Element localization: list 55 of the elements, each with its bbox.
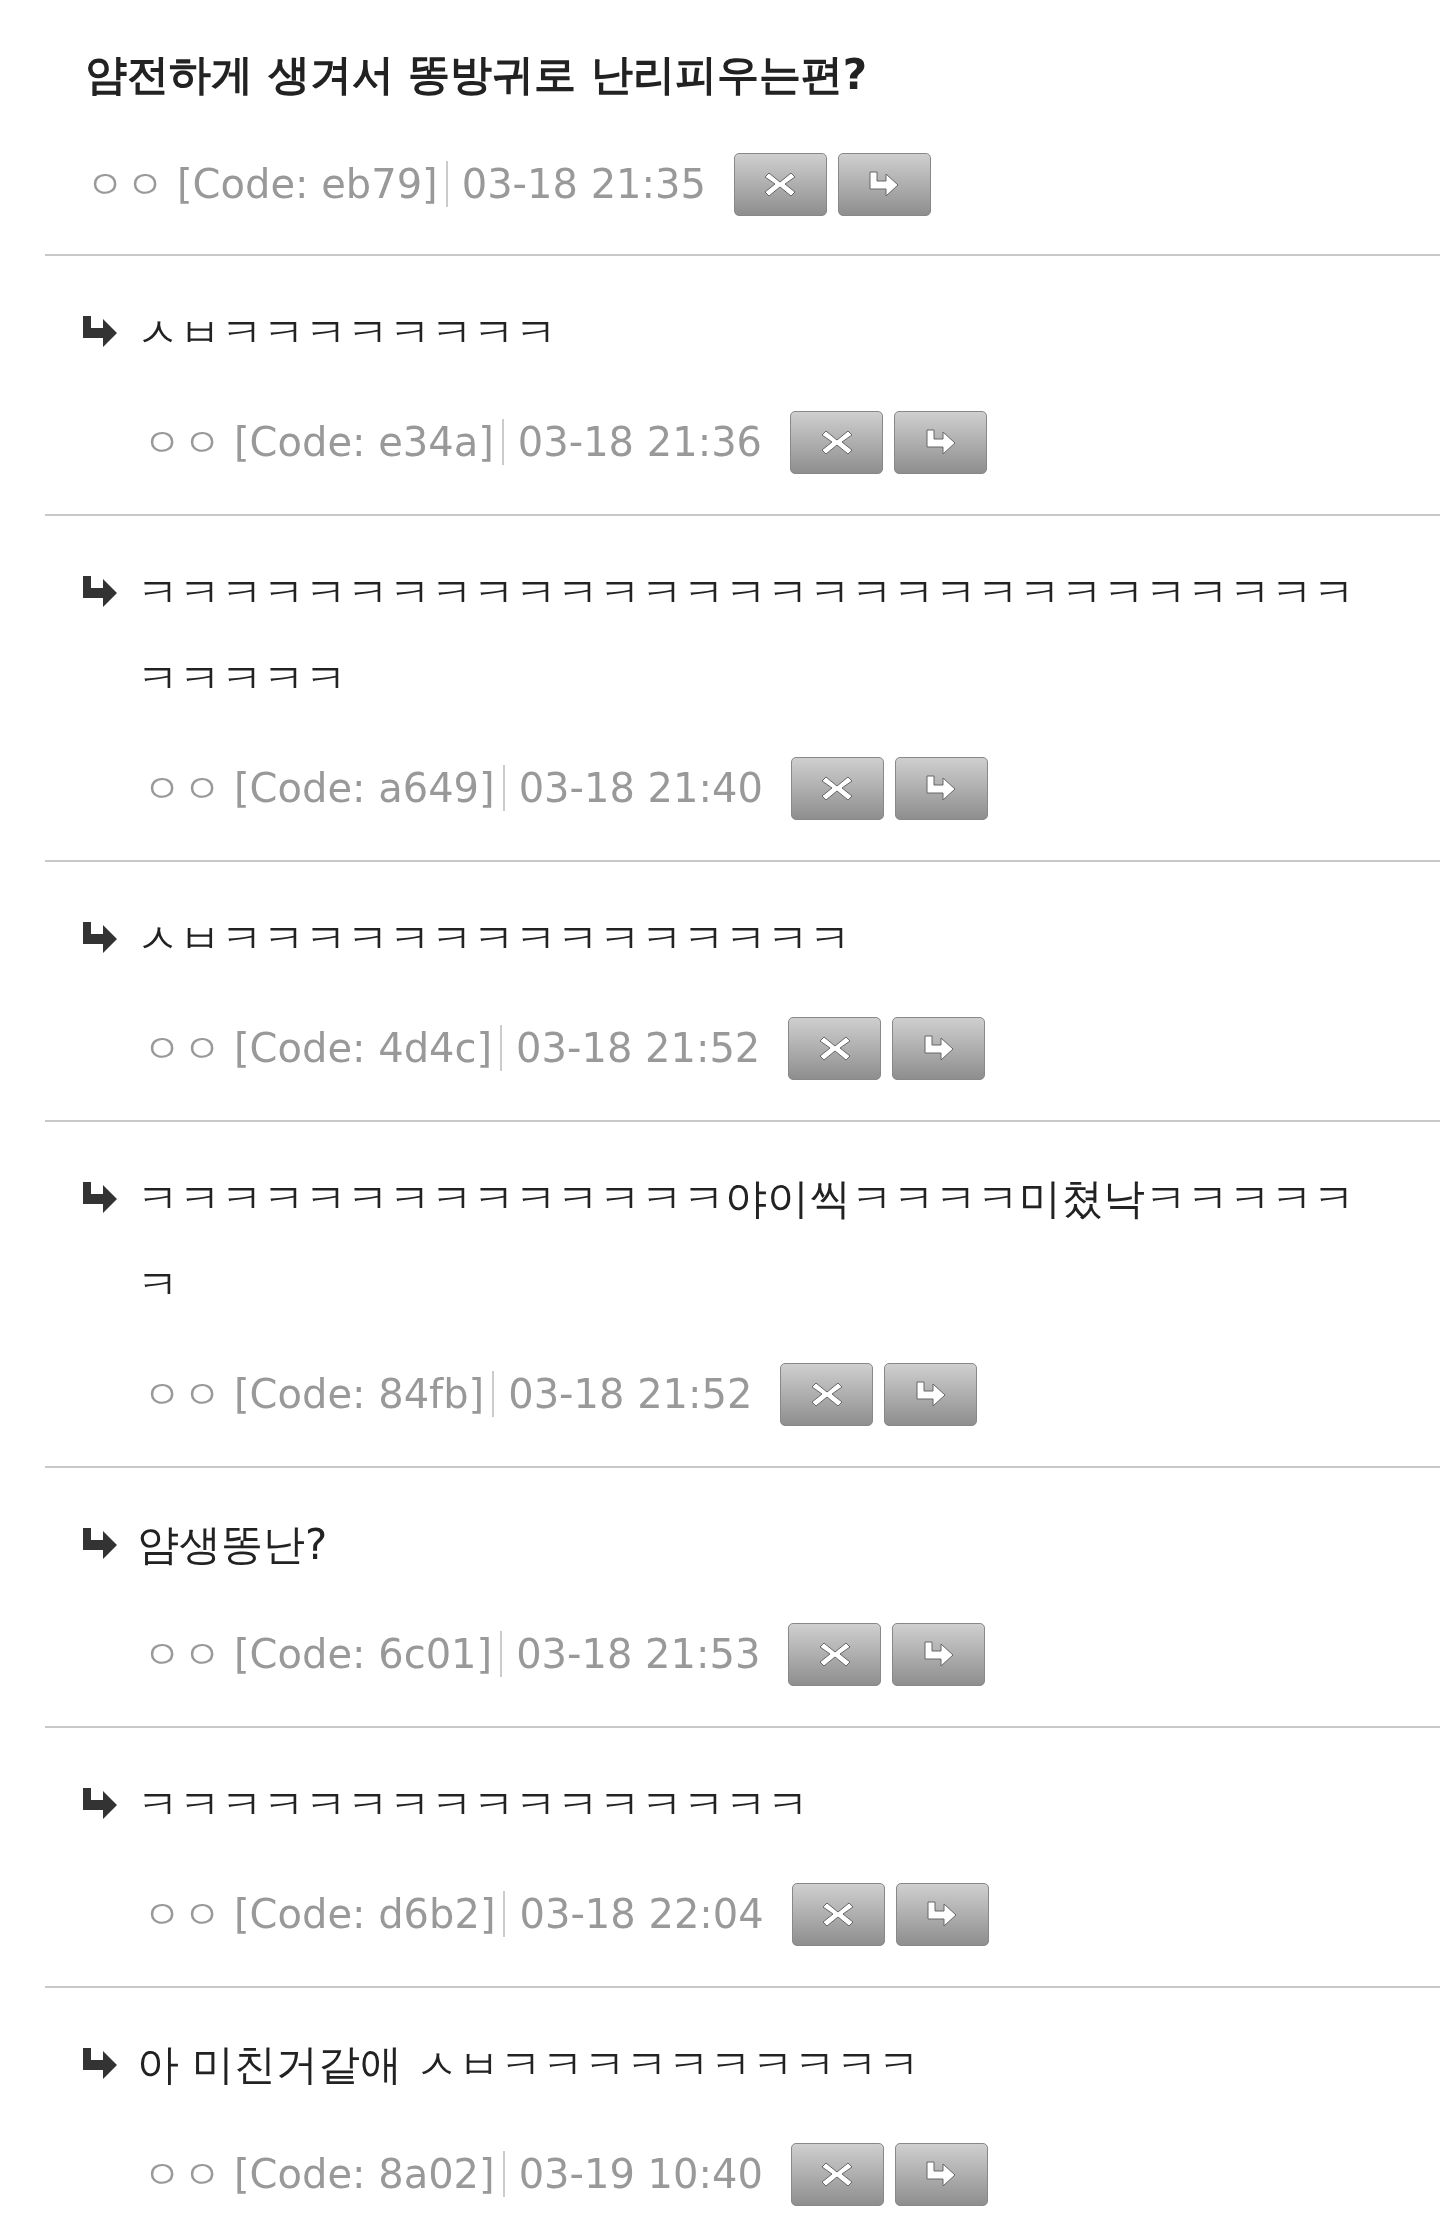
user-code: [Code: 6c01] <box>234 1631 493 1677</box>
delete-button[interactable] <box>788 1016 882 1080</box>
user-code: [Code: 4d4c] <box>234 1025 493 1071</box>
comment-text: 얌생똥난? <box>137 1519 329 1571</box>
author-name: ㅇㅇ <box>142 763 222 813</box>
user-code: [Code: d6b2] <box>234 1891 496 1937</box>
timestamp: 03-18 21:52 <box>516 1025 761 1071</box>
author-name: ㅇㅇ <box>142 1629 222 1679</box>
user-code: [Code: 8a02] <box>234 2151 495 2197</box>
reply-button[interactable] <box>894 756 988 820</box>
delete-button[interactable] <box>790 2142 884 2206</box>
reply-button[interactable] <box>837 152 931 216</box>
delete-button[interactable] <box>780 1362 874 1426</box>
reply-arrow-icon <box>81 1182 119 1214</box>
author-name: ㅇㅇ <box>142 1023 222 1073</box>
comment-text: ㅋㅋㅋㅋㅋㅋㅋㅋㅋㅋㅋㅋㅋㅋㅋㅋㅋㅋㅋㅋㅋㅋㅋㅋㅋㅋㅋㅋㅋㅋㅋㅋㅋㅋ <box>137 567 1356 705</box>
reply-arrow-icon <box>81 576 119 608</box>
author-name: ㅇㅇ <box>85 159 165 209</box>
delete-button[interactable] <box>733 152 827 216</box>
user-code: [Code: e34a] <box>234 419 494 465</box>
user-code: [Code: 84fb] <box>234 1371 485 1417</box>
reply-button[interactable] <box>894 410 988 474</box>
timestamp: 03-18 21:36 <box>517 419 763 465</box>
timestamp: 03-18 22:04 <box>519 1891 764 1937</box>
reply-arrow-icon <box>81 1528 119 1560</box>
delete-button[interactable] <box>791 1882 885 1946</box>
reply-arrow-icon <box>81 316 119 348</box>
timestamp: 03-19 10:40 <box>518 2151 763 2197</box>
comment-text: ㅋㅋㅋㅋㅋㅋㅋㅋㅋㅋㅋㅋㅋㅋ야이씩ㅋㅋㅋㅋ미쳤낙ㅋㅋㅋㅋㅋㅋ <box>137 1173 1356 1311</box>
reply-arrow-icon <box>81 922 119 954</box>
delete-button[interactable] <box>790 410 884 474</box>
author-name: ㅇㅇ <box>142 1889 222 1939</box>
reply-button[interactable] <box>884 1362 978 1426</box>
comment-text: 아 미친거같애 ㅅㅂㅋㅋㅋㅋㅋㅋㅋㅋㅋㅋ <box>137 2039 921 2091</box>
timestamp: 03-18 21:35 <box>461 161 706 207</box>
timestamp: 03-18 21:52 <box>508 1371 753 1417</box>
author-name: ㅇㅇ <box>142 417 222 467</box>
reply-arrow-icon <box>81 1788 119 1820</box>
timestamp: 03-18 21:53 <box>516 1631 761 1677</box>
delete-button[interactable] <box>790 756 884 820</box>
author-name: ㅇㅇ <box>142 2149 222 2199</box>
reply-button[interactable] <box>892 1016 986 1080</box>
comment-text: ㅅㅂㅋㅋㅋㅋㅋㅋㅋㅋㅋㅋㅋㅋㅋㅋㅋ <box>137 913 852 965</box>
timestamp: 03-18 21:40 <box>518 765 763 811</box>
reply-button[interactable] <box>892 1622 986 1686</box>
reply-button[interactable] <box>894 2142 988 2206</box>
user-code: [Code: a649] <box>234 765 495 811</box>
reply-button[interactable] <box>895 1882 989 1946</box>
reply-arrow-icon <box>81 2048 119 2080</box>
user-code: [Code: eb79] <box>177 161 438 207</box>
comment-text: ㅋㅋㅋㅋㅋㅋㅋㅋㅋㅋㅋㅋㅋㅋㅋㅋ <box>137 1779 810 1831</box>
author-name: ㅇㅇ <box>142 1369 222 1419</box>
post-title: 얌전하게 생겨서 똥방귀로 난리피우는편? <box>85 49 869 101</box>
delete-button[interactable] <box>788 1622 882 1686</box>
comment-text: ㅅㅂㅋㅋㅋㅋㅋㅋㅋㅋ <box>137 307 558 359</box>
